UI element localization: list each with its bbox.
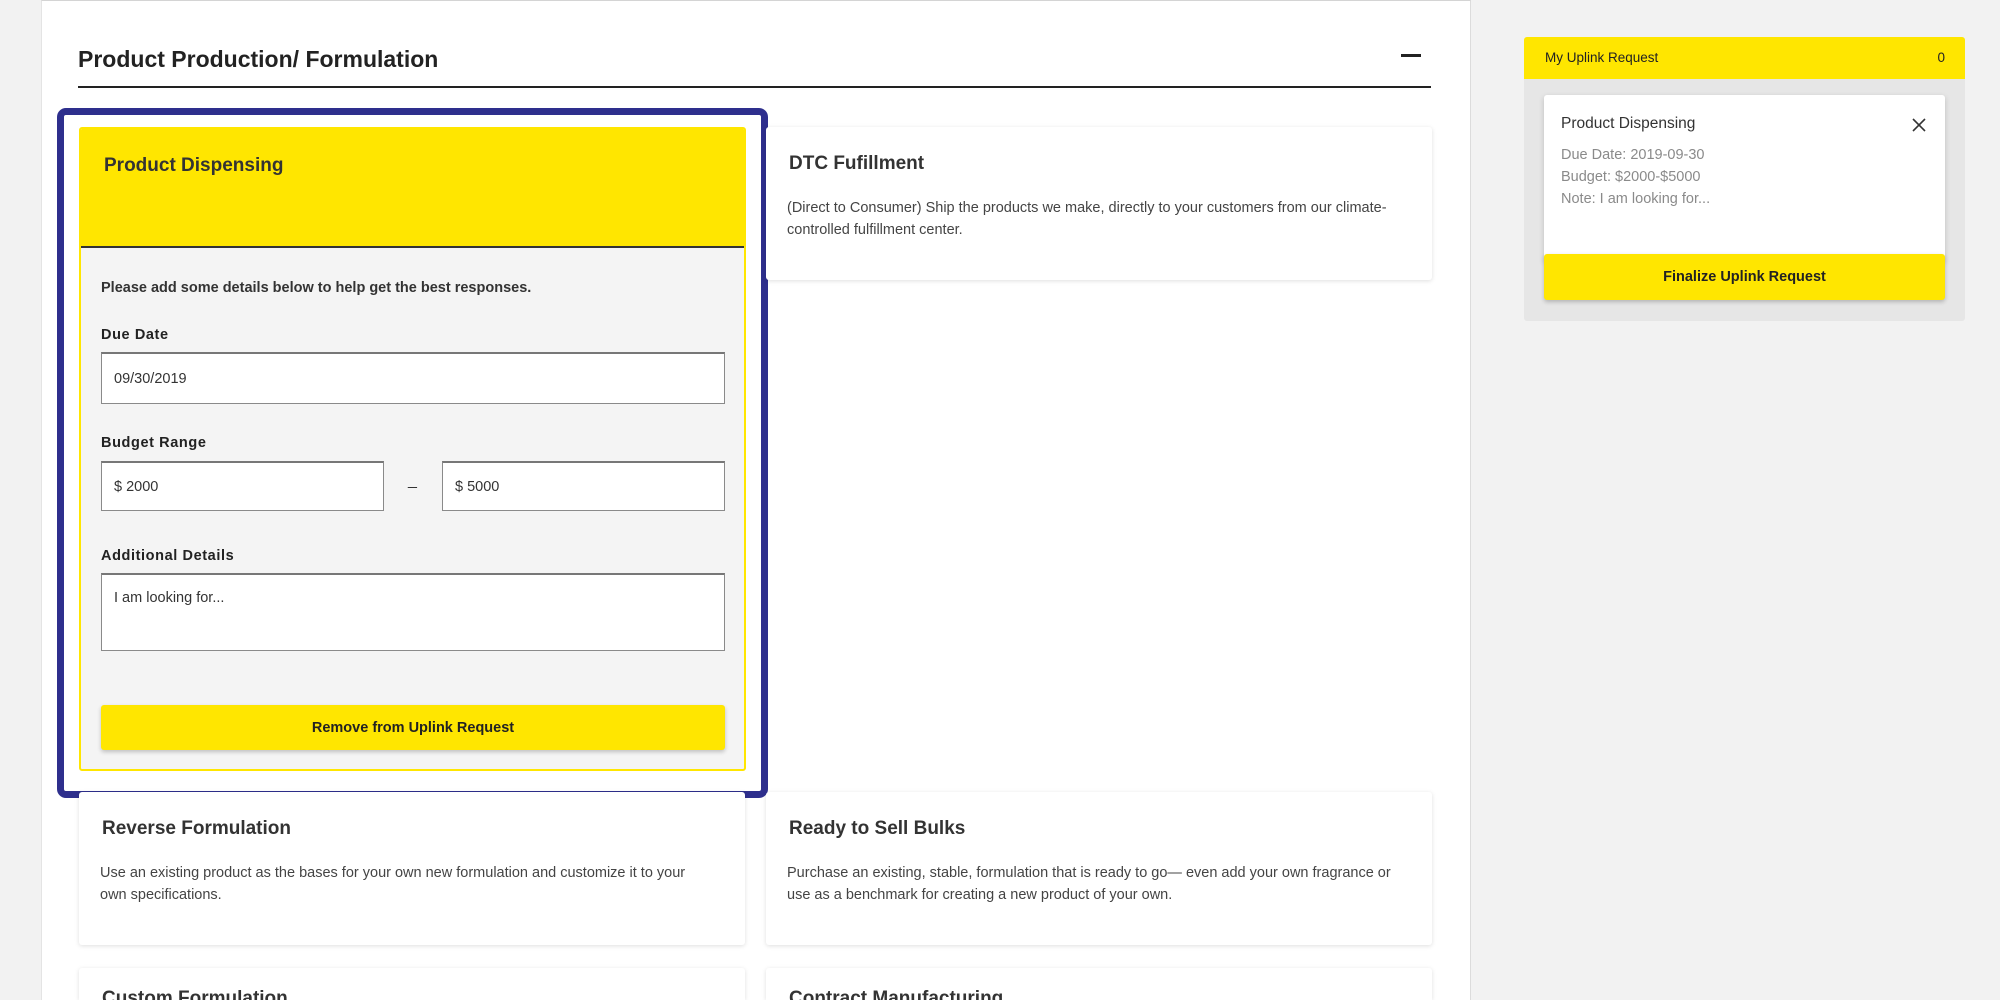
due-date-label: Due Date [101, 327, 169, 343]
due-date-input[interactable]: 09/30/2019 [101, 352, 725, 404]
section-header: Product Production/ Formulation [78, 42, 1431, 88]
product-dispensing-header[interactable]: Product Dispensing [81, 129, 744, 248]
uplink-item-budget: Budget: $2000-$5000 [1561, 169, 1701, 185]
card-description: Purchase an existing, stable, formulatio… [787, 865, 1391, 903]
budget-max-input[interactable]: $ 5000 [442, 461, 725, 511]
card-title: Reverse Formulation [102, 818, 291, 839]
uplink-request-count: 0 [1937, 50, 1945, 65]
card-title: DTC Fufillment [789, 153, 925, 174]
finalize-uplink-button[interactable]: Finalize Uplink Request [1544, 254, 1945, 300]
section-title: Product Production/ Formulation [78, 46, 439, 72]
additional-details-textarea[interactable]: I am looking for... [101, 573, 725, 651]
dtc-fulfillment-card[interactable]: DTC Fufillment (Direct to Consumer) Ship… [766, 127, 1432, 280]
collapse-icon[interactable] [1401, 54, 1421, 57]
uplink-request-title: My Uplink Request [1545, 50, 1659, 65]
reverse-formulation-card[interactable]: Reverse Formulation Use an existing prod… [79, 792, 745, 945]
budget-range-label: Budget Range [101, 435, 207, 451]
card-title: Custom Formulation [102, 988, 288, 1000]
additional-details-label: Additional Details [101, 548, 235, 564]
card-title: Product Dispensing [104, 155, 284, 176]
custom-formulation-card[interactable]: Custom Formulation [79, 968, 745, 1000]
uplink-item-note: Note: I am looking for... [1561, 191, 1711, 207]
budget-range-separator: _ [408, 472, 417, 489]
uplink-item-title: Product Dispensing [1561, 115, 1696, 132]
product-dispensing-card: Product Dispensing Please add some detai… [79, 127, 746, 771]
ready-to-sell-bulks-card[interactable]: Ready to Sell Bulks Purchase an existing… [766, 792, 1432, 945]
card-description: (Direct to Consumer) Ship the products w… [787, 200, 1387, 238]
uplink-request-header: My Uplink Request 0 [1524, 37, 1965, 79]
remove-from-uplink-button[interactable]: Remove from Uplink Request [101, 705, 725, 750]
card-title: Contract Manufacturing [789, 988, 1004, 1000]
uplink-request-item: Product Dispensing Due Date: 2019-09-30 … [1544, 95, 1945, 261]
uplink-request-panel: My Uplink Request 0 Product Dispensing D… [1524, 37, 1965, 321]
card-description: Use an existing product as the bases for… [100, 865, 686, 903]
budget-min-input[interactable]: $ 2000 [101, 461, 384, 511]
close-icon[interactable] [1909, 115, 1929, 135]
helper-text: Please add some details below to help ge… [101, 280, 532, 296]
contract-manufacturing-card[interactable]: Contract Manufacturing [766, 968, 1432, 1000]
card-title: Ready to Sell Bulks [789, 818, 966, 839]
uplink-item-due-date: Due Date: 2019-09-30 [1561, 147, 1705, 163]
